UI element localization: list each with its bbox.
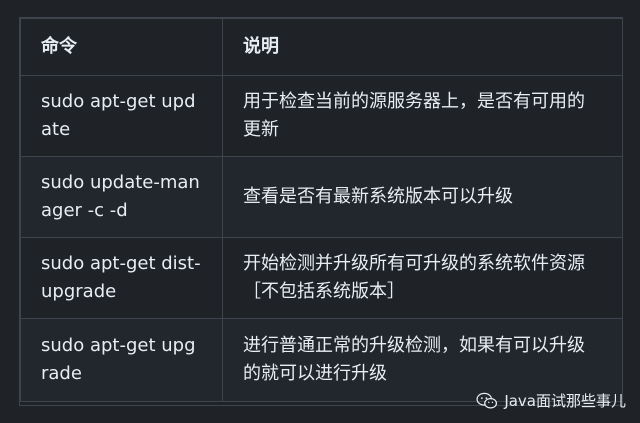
wechat-icon <box>476 392 498 409</box>
watermark: Java面试那些事儿 <box>476 390 626 411</box>
description-cell: 用于检查当前的源服务器上，是否有可用的更新 <box>222 75 623 157</box>
table-header-row: 命令 说明 <box>20 18 623 76</box>
description-text: 用于检查当前的源服务器上，是否有可用的更新 <box>243 91 585 140</box>
command-text: sudo apt-get upgrade <box>41 335 196 384</box>
command-text: sudo update-manager -c -d <box>41 172 200 221</box>
command-cell: sudo apt-get dist-upgrade <box>20 237 223 319</box>
table-row: sudo update-manager -c -d 查看是否有最新系统版本可以升… <box>20 156 623 238</box>
command-cell: sudo apt-get upgrade <box>20 318 223 402</box>
table-row: sudo apt-get dist-upgrade 开始检测并升级所有可升级的系… <box>20 237 623 319</box>
description-cell: 开始检测并升级所有可升级的系统软件资源［不包括系统版本］ <box>222 237 623 319</box>
command-cell: sudo apt-get update <box>20 75 223 157</box>
description-text: 开始检测并升级所有可升级的系统软件资源［不包括系统版本］ <box>243 253 585 302</box>
command-table: 命令 说明 sudo apt-get update 用于检查当前的源服务器上，是… <box>20 18 623 402</box>
table-row: sudo apt-get update 用于检查当前的源服务器上，是否有可用的更… <box>20 75 623 157</box>
command-text: sudo apt-get dist-upgrade <box>41 253 201 302</box>
header-command: 命令 <box>20 18 223 76</box>
description-text: 查看是否有最新系统版本可以升级 <box>243 186 513 207</box>
header-description: 说明 <box>222 18 623 76</box>
command-cell: sudo update-manager -c -d <box>20 156 223 238</box>
description-text: 进行普通正常的升级检测，如果有可以升级的就可以进行升级 <box>243 335 585 384</box>
command-text: sudo apt-get update <box>41 91 196 140</box>
watermark-text: Java面试那些事儿 <box>504 392 626 410</box>
description-cell: 查看是否有最新系统版本可以升级 <box>222 156 623 238</box>
command-table-frame: 命令 说明 sudo apt-get update 用于检查当前的源服务器上，是… <box>19 17 623 406</box>
